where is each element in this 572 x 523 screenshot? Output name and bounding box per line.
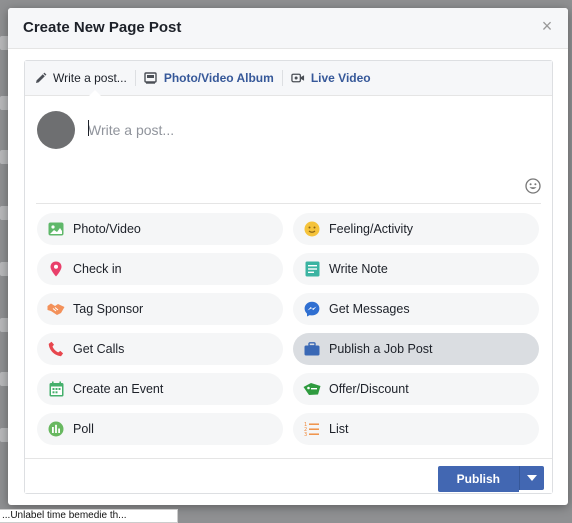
option-label: List — [329, 422, 349, 436]
phone-icon — [47, 340, 65, 358]
option-check-in[interactable]: Check in — [37, 253, 283, 285]
text-cursor — [88, 120, 89, 136]
option-label: Feeling/Activity — [329, 222, 414, 236]
composer-tabs: Write a post... Photo/Video Album Live V… — [25, 61, 552, 96]
handshake-icon — [47, 300, 65, 318]
compose-area — [36, 96, 541, 204]
smiley-icon — [303, 220, 321, 238]
tab-photo-video-album[interactable]: Photo/Video Album — [136, 61, 282, 95]
emoji-icon[interactable] — [525, 178, 541, 194]
photo-icon — [47, 220, 65, 238]
messenger-icon — [303, 300, 321, 318]
option-poll[interactable]: Poll — [37, 413, 283, 445]
calendar-icon — [47, 380, 65, 398]
option-photo-video[interactable]: Photo/Video — [37, 213, 283, 245]
poll-icon — [47, 420, 65, 438]
note-icon — [303, 260, 321, 278]
option-label: Offer/Discount — [329, 382, 409, 396]
tab-live-video[interactable]: Live Video — [283, 61, 379, 95]
option-label: Get Calls — [73, 342, 125, 356]
option-feeling-activity[interactable]: Feeling/Activity — [293, 213, 539, 245]
pencil-icon — [33, 71, 47, 85]
option-tag-sponsor[interactable]: Tag Sponsor — [37, 293, 283, 325]
post-composer: Write a post... Photo/Video Album Live V… — [24, 60, 553, 494]
option-publish-job-post[interactable]: Publish a Job Post — [293, 333, 539, 365]
option-get-calls[interactable]: Get Calls — [37, 333, 283, 365]
live-video-icon — [291, 71, 305, 85]
composer-footer: Publish — [25, 458, 552, 493]
modal-title: Create New Page Post — [23, 19, 182, 36]
option-label: Tag Sponsor — [73, 302, 144, 316]
option-label: Publish a Job Post — [329, 342, 433, 356]
publish-button-group: Publish — [437, 466, 544, 492]
avatar — [37, 111, 75, 149]
status-tooltip: ...Unlabel time bemedie th... — [0, 509, 178, 523]
tab-label: Live Video — [310, 71, 371, 85]
svg-text:3: 3 — [304, 432, 307, 437]
option-label: Photo/Video — [73, 222, 141, 236]
option-label: Write Note — [329, 262, 388, 276]
tab-label: Write a post... — [53, 71, 127, 85]
modal-header: Create New Page Post × — [8, 8, 568, 49]
option-write-note[interactable]: Write Note — [293, 253, 539, 285]
briefcase-icon — [303, 340, 321, 358]
album-icon — [144, 71, 158, 85]
option-get-messages[interactable]: Get Messages — [293, 293, 539, 325]
option-create-event[interactable]: Create an Event — [37, 373, 283, 405]
close-icon[interactable]: × — [538, 17, 556, 35]
option-label: Check in — [73, 262, 122, 276]
post-text-input[interactable] — [88, 120, 508, 140]
location-pin-icon — [47, 260, 65, 278]
offer-tag-icon — [303, 380, 321, 398]
numbered-list-icon: 123 — [303, 420, 321, 438]
option-offer-discount[interactable]: Offer/Discount — [293, 373, 539, 405]
tab-label: Photo/Video Album — [163, 71, 274, 85]
option-label: Get Messages — [329, 302, 410, 316]
tab-write-post[interactable]: Write a post... — [25, 61, 135, 96]
publish-button[interactable]: Publish — [437, 466, 519, 492]
option-label: Create an Event — [73, 382, 164, 396]
option-list[interactable]: 123 List — [293, 413, 539, 445]
chevron-down-icon[interactable] — [519, 466, 544, 490]
option-label: Poll — [73, 422, 94, 436]
create-post-modal: Create New Page Post × Write a post... P… — [8, 8, 568, 505]
